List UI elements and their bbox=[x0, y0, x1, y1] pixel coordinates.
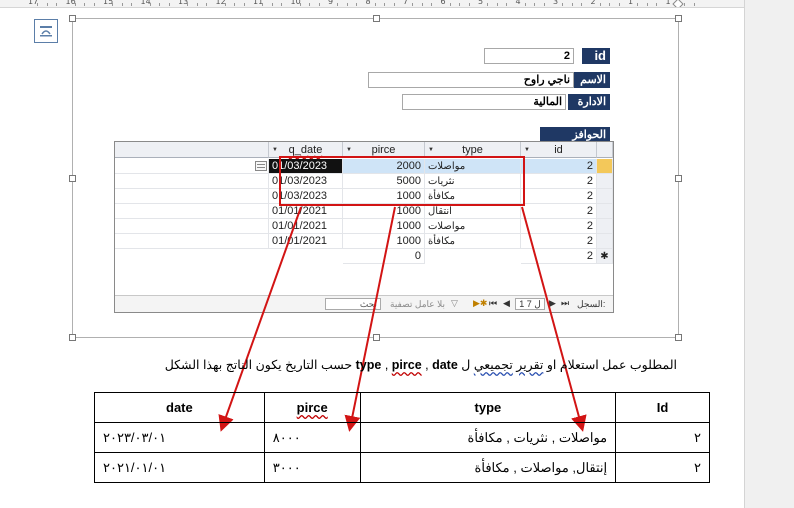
cell-pirce: ٣٠٠٠ bbox=[263, 452, 361, 483]
task-word-pirce: pirce bbox=[391, 358, 422, 372]
header-date: date bbox=[94, 392, 265, 423]
cell-id: ٢ bbox=[615, 452, 710, 483]
task-word-aggregate: تجميعي bbox=[473, 358, 513, 372]
task-word-type: type bbox=[355, 358, 382, 372]
task-text-1: المطلوب عمل استعلام او bbox=[543, 358, 677, 372]
expected-result-table: date pirce type Id ٢٠٢٣/٠٣/٠١ ٨٠٠٠ مواصل… bbox=[94, 392, 710, 483]
table-row: ٢٠٢١/٠١/٠١ ٣٠٠٠ إنتقال, مواصلات , مكافأة… bbox=[94, 452, 710, 483]
table-row: ٢٠٢٣/٠٣/٠١ ٨٠٠٠ مواصلات , نثريات , مكافأ… bbox=[94, 422, 710, 453]
cell-type: مواصلات , نثريات , مكافأة bbox=[359, 422, 617, 453]
cell-pirce: ٨٠٠٠ bbox=[263, 422, 361, 453]
header-id: Id bbox=[615, 392, 710, 423]
task-comma-1: , bbox=[381, 358, 392, 372]
cell-date: ٢٠٢٣/٠٣/٠١ bbox=[94, 422, 265, 453]
task-text-3: ل bbox=[457, 358, 474, 372]
header-pirce: pirce bbox=[263, 392, 361, 423]
task-word-date: date bbox=[432, 358, 458, 372]
task-description: المطلوب عمل استعلام او تقرير تجميعي ل ty… bbox=[40, 357, 677, 372]
cell-type: إنتقال, مواصلات , مكافأة bbox=[359, 452, 617, 483]
table-header-row: date pirce type Id bbox=[94, 392, 710, 423]
cell-date: ٢٠٢١/٠١/٠١ bbox=[94, 452, 265, 483]
task-comma-2: , bbox=[421, 358, 433, 372]
header-type: type bbox=[359, 392, 617, 423]
cell-id: ٢ bbox=[615, 422, 710, 453]
task-text-4: حسب التاريخ يكون الناتج بهذا الشكل bbox=[164, 358, 356, 372]
task-word-report: تقرير bbox=[516, 358, 544, 372]
